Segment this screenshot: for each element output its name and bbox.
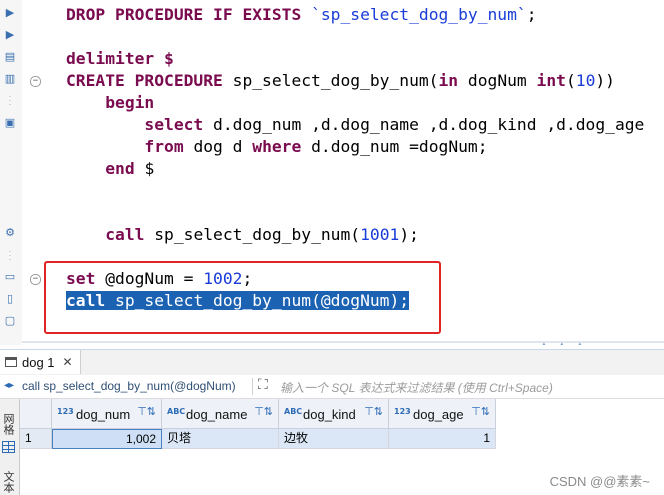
code-token: 1001 [360, 225, 400, 244]
code-token: from [144, 137, 184, 156]
code-token: 10 [575, 71, 596, 90]
close-icon[interactable]: ✕ [63, 355, 73, 369]
code-token: dog d [183, 137, 253, 156]
tab-results-dog[interactable]: dog 1 ✕ [0, 350, 81, 374]
variables-icon[interactable]: ▢ [3, 314, 17, 328]
table-cell[interactable]: 边牧 [279, 429, 389, 449]
code-token: where [252, 137, 302, 156]
code-token: begin [105, 93, 155, 112]
sort-filter-icon[interactable]: ⊤⇅ [471, 405, 490, 418]
text-type-icon: ABC [284, 407, 303, 416]
code-token: in [438, 71, 459, 90]
code-token: delimiter $ [66, 49, 174, 68]
gear-icon[interactable]: ⚙ [3, 226, 17, 240]
tab-grid-view[interactable]: 网格 [2, 413, 16, 435]
table-cell[interactable]: 1,002 [52, 429, 162, 449]
code-token: CREATE PROCEDURE [66, 71, 233, 90]
terminal-icon[interactable]: ▣ [3, 116, 17, 130]
code-line[interactable]: from dog d where d.dog_num =dogNum; [66, 136, 488, 158]
grid-icon[interactable] [2, 441, 15, 453]
result-view-switcher: 网格 文本 [0, 399, 20, 495]
code-line[interactable]: end $ [66, 158, 154, 180]
text-type-icon: ABC [167, 407, 186, 416]
code-token: sp_select_dog_by_num( [232, 71, 439, 90]
column-name: dog_name [186, 407, 248, 422]
code-token: ); [399, 225, 419, 244]
splitter-handle-icon[interactable]: ▲▲▲ [540, 340, 594, 345]
column-header-dog-name[interactable]: ABC dog_name ⊤⇅ [162, 399, 279, 429]
watermark: CSDN @@素素~ [549, 474, 650, 489]
code-token: DROP PROCEDURE IF EXISTS [66, 5, 312, 24]
numeric-type-icon: 123 [57, 407, 74, 416]
code-token: int [536, 71, 566, 90]
sql-query-icon: ◂▸ [4, 380, 15, 391]
code-line[interactable]: delimiter $ [66, 48, 174, 70]
column-name: dog_age [413, 407, 464, 422]
sort-filter-icon[interactable]: ⊤⇅ [364, 405, 383, 418]
fold-marker-icon[interactable]: − [30, 76, 41, 87]
table-cell[interactable]: 贝塔 [162, 429, 279, 449]
column-header-dog-kind[interactable]: ABC dog_kind ⊤⇅ [279, 399, 389, 429]
results-tab-bar: dog 1 ✕ [0, 349, 664, 376]
code-token: ( [565, 71, 576, 90]
code-token: sp_select_dog_by_num( [144, 225, 361, 244]
tab-label: dog 1 [22, 354, 55, 370]
column-name: dog_num [76, 407, 131, 422]
sort-filter-icon[interactable]: ⊤⇅ [254, 405, 273, 418]
sql-editor[interactable]: ▶ ▶ ▤ ▥ · · · ▣ ⚙ · · · ▭ ▯ ▢ − − DROP PROCE… [0, 0, 664, 345]
code-line[interactable]: begin [66, 92, 154, 114]
result-query-text: call sp_select_dog_by_num(@dogNum) [22, 379, 236, 393]
editor-side-toolbar: ▶ ▶ ▤ ▥ · · · ▣ ⚙ · · · ▭ ▯ ▢ [0, 0, 23, 345]
code-token: d.dog_num ,d.dog_name ,d.dog_kind ,d.dog… [203, 115, 645, 134]
code-line[interactable]: call sp_select_dog_by_num(1001); [66, 224, 419, 246]
row-number[interactable]: 1 [20, 429, 52, 449]
column-header-dog-age[interactable]: 123 dog_age ⊤⇅ [389, 399, 496, 429]
script-file-icon[interactable]: ▤ [3, 50, 17, 64]
code-line[interactable]: DROP PROCEDURE IF EXISTS `sp_select_dog_… [66, 4, 537, 26]
highlight-annotation [44, 261, 441, 334]
code-token: end [105, 159, 135, 178]
code-line[interactable]: select d.dog_num ,d.dog_name ,d.dog_kind… [66, 114, 644, 136]
code-token: $ [134, 159, 155, 178]
run-statement-icon[interactable]: ▶ [3, 6, 17, 20]
code-token: ; [526, 5, 537, 24]
numeric-type-icon: 123 [394, 407, 411, 416]
code-token: dogNum [458, 71, 537, 90]
code-token: call [105, 225, 145, 244]
export-icon[interactable]: ▥ [3, 72, 17, 86]
divider [252, 378, 253, 395]
code-token: `sp_select_dog_by_num` [311, 5, 527, 24]
code-line[interactable]: CREATE PROCEDURE sp_select_dog_by_num(in… [66, 70, 615, 92]
toolbar-separator: · · · [8, 247, 12, 264]
table-icon [5, 357, 17, 367]
sort-filter-icon[interactable]: ⊤⇅ [137, 405, 156, 418]
table-cell[interactable]: 1 [389, 429, 496, 449]
column-header-dog-num[interactable]: 123 dog_num ⊤⇅ [52, 399, 162, 429]
toolbar-separator: · · · [8, 92, 12, 109]
column-name: dog_kind [303, 407, 356, 422]
filter-expand-icon[interactable]: ⛶ [258, 377, 268, 393]
code-token: d.dog_num =dogNum; [301, 137, 488, 156]
fold-marker-icon[interactable]: − [30, 274, 41, 285]
run-script-icon[interactable]: ▶ [3, 28, 17, 42]
code-token: )) [595, 71, 615, 90]
document-icon[interactable]: ▭ [3, 270, 17, 284]
filter-input[interactable]: 输入一个 SQL 表达式来过滤结果 (使用 Ctrl+Space) [280, 379, 553, 396]
code-token: select [144, 115, 204, 134]
tab-text-view[interactable]: 文本 [2, 471, 16, 493]
error-log-icon[interactable]: ▯ [3, 292, 17, 306]
grid-corner[interactable] [20, 399, 52, 429]
results-filter-bar: ◂▸ call sp_select_dog_by_num(@dogNum) ⛶ … [0, 375, 664, 399]
